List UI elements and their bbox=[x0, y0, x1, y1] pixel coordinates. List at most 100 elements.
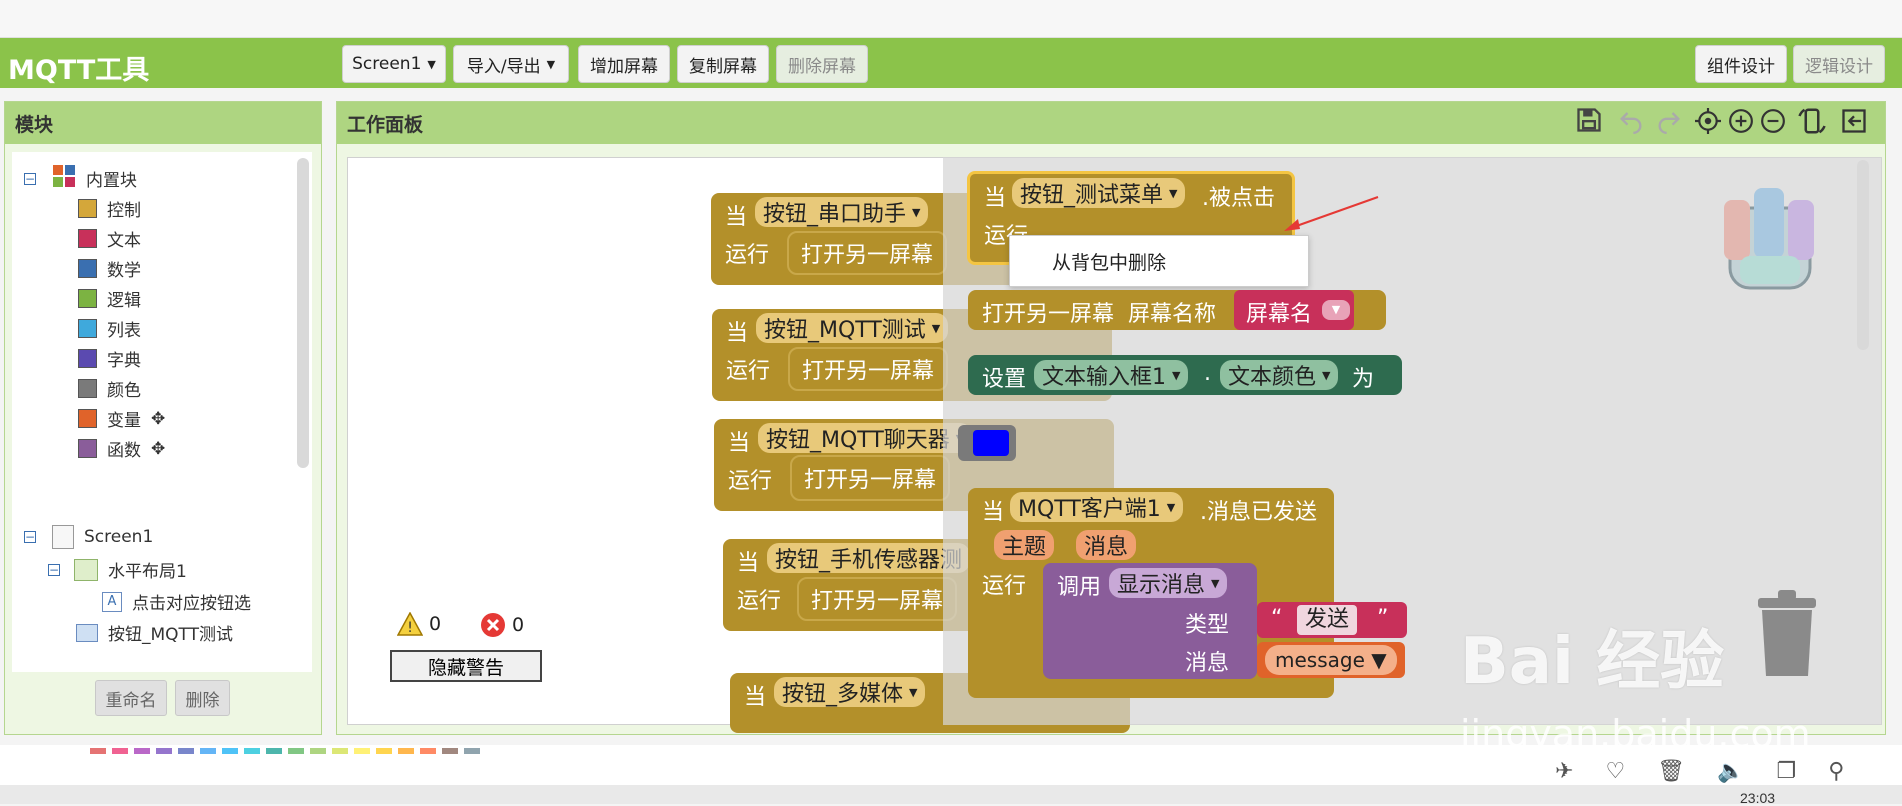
set-component-dropdown[interactable]: 文本输入框1 ▼ bbox=[1034, 360, 1189, 390]
tree-node-label: 列表 bbox=[107, 321, 141, 341]
tree-node-builtin-item[interactable]: 颜色 bbox=[78, 376, 141, 401]
warnings-indicator[interactable]: ! 0 bbox=[397, 612, 441, 636]
param-message[interactable]: 消息 bbox=[1076, 530, 1137, 560]
open-screen-block[interactable]: 打开另一屏幕 bbox=[788, 347, 949, 391]
tree-node-builtin-item[interactable]: 变量 ✥ bbox=[78, 406, 165, 431]
rocket-icon[interactable]: ✈ bbox=[1555, 758, 1573, 784]
screen-name-block[interactable]: 屏幕名 ▼ bbox=[1234, 290, 1354, 330]
dropdown-caret-icon: ▼ bbox=[909, 685, 918, 699]
dropdown-caret-icon: ▼ bbox=[1211, 576, 1220, 590]
screen-icon bbox=[52, 525, 74, 549]
tree-node-builtin-item[interactable]: 函数 ✥ bbox=[78, 436, 165, 461]
delete-screen-button[interactable]: 删除屏幕 bbox=[776, 45, 868, 83]
color-block[interactable] bbox=[958, 425, 1016, 461]
method-dropdown[interactable]: 显示消息 ▼ bbox=[1109, 568, 1228, 598]
text-block[interactable]: “ 发送 ” bbox=[1257, 602, 1407, 638]
collapse-icon[interactable]: − bbox=[24, 172, 36, 185]
call-label: 调用 bbox=[1057, 575, 1102, 600]
backpack-open-screen-block[interactable]: 打开另一屏幕 屏幕名称 屏幕名 ▼ bbox=[968, 290, 1386, 330]
hide-warnings-button[interactable]: 隐藏警告 bbox=[390, 650, 542, 682]
gear-icon[interactable]: ✥ bbox=[151, 439, 165, 459]
tree-node-layout[interactable]: − 水平布局1 bbox=[48, 557, 187, 582]
component-dropdown[interactable]: 按钮_MQTT聊天器▼ bbox=[758, 423, 973, 453]
tree-node-builtin-item[interactable]: 控制 bbox=[78, 196, 141, 221]
open-screen-block[interactable]: 打开另一屏幕 bbox=[787, 231, 948, 275]
open-screen-block[interactable]: 打开另一屏幕 bbox=[797, 577, 958, 621]
context-menu-remove-from-backpack[interactable]: 从背包中删除 bbox=[1009, 235, 1309, 287]
tree-node-builtin-item[interactable]: 文本 bbox=[78, 226, 141, 251]
heart-icon[interactable]: ♡ bbox=[1605, 758, 1625, 784]
get-variable-block[interactable]: message ▼ bbox=[1257, 642, 1405, 678]
component-dropdown[interactable]: 按钮_串口助手 ▼ bbox=[755, 197, 929, 227]
warnings-count: 0 bbox=[429, 613, 442, 635]
add-screen-button[interactable]: 增加屏幕 bbox=[578, 45, 670, 83]
trash-can-icon[interactable]: 🗑 bbox=[1657, 758, 1685, 784]
designer-button[interactable]: 组件设计 bbox=[1695, 45, 1787, 83]
category-color-icon bbox=[78, 379, 97, 398]
search-icon[interactable]: ⚲ bbox=[1828, 758, 1844, 784]
component-name: 按钮_手机传感器测 bbox=[775, 548, 963, 573]
screen-select-label: Screen1 bbox=[352, 54, 422, 74]
component-name: 按钮_MQTT测试 bbox=[764, 318, 926, 343]
tree-node-builtin-item[interactable]: 字典 bbox=[78, 346, 141, 371]
annotation-arrow bbox=[1284, 196, 1379, 231]
tree-label-screen1: Screen1 bbox=[84, 527, 154, 547]
window-icon[interactable]: ❐ bbox=[1777, 758, 1797, 784]
category-color-icon bbox=[78, 349, 97, 368]
variable-dropdown[interactable]: message ▼ bbox=[1265, 645, 1397, 675]
mqtt-event-label: .消息已发送 bbox=[1200, 500, 1317, 525]
param-topic[interactable]: 主题 bbox=[994, 530, 1055, 560]
save-icon[interactable] bbox=[1575, 106, 1603, 140]
category-color-icon bbox=[78, 259, 97, 278]
volume-icon[interactable]: 🔈 bbox=[1717, 758, 1744, 784]
delete-button[interactable]: 删除 bbox=[175, 680, 230, 716]
component-dropdown[interactable]: 按钮_多媒体 ▼ bbox=[774, 677, 926, 707]
collapse-icon[interactable]: − bbox=[48, 563, 60, 576]
copy-screen-button[interactable]: 复制屏幕 bbox=[677, 45, 769, 83]
screen-select[interactable]: Screen1 ▼ bbox=[342, 45, 446, 83]
undo-icon[interactable] bbox=[1617, 106, 1645, 140]
open-screen-block[interactable]: 打开另一屏幕 bbox=[790, 455, 951, 501]
tree-node-builtin-item[interactable]: 列表 bbox=[78, 316, 141, 341]
tree-node-label-component[interactable]: A 点击对应按钮选 bbox=[102, 589, 251, 614]
text-value[interactable]: 发送 bbox=[1297, 605, 1358, 635]
component-dropdown[interactable]: 按钮_测试菜单 ▼ bbox=[1012, 178, 1186, 208]
zoom-in-icon[interactable] bbox=[1728, 108, 1754, 140]
redo-icon[interactable] bbox=[1655, 106, 1683, 140]
tree-node-screen1[interactable]: − Screen1 bbox=[24, 525, 153, 549]
component-dropdown[interactable]: 按钮_手机传感器测 bbox=[767, 543, 971, 573]
export-icon[interactable] bbox=[1840, 107, 1868, 141]
rename-button[interactable]: 重命名 bbox=[95, 680, 167, 716]
dropdown-caret-icon: ▼ bbox=[546, 57, 556, 71]
backpack-icon[interactable] bbox=[1710, 178, 1830, 303]
errors-indicator[interactable]: 0 bbox=[480, 612, 524, 638]
blocks-tree-scrollbar[interactable] bbox=[297, 158, 309, 468]
dropdown-caret-icon: ▼ bbox=[912, 205, 921, 219]
tree-node-builtin-item[interactable]: 逻辑 bbox=[78, 286, 141, 311]
blocks-tree: − 内置块 控制文本数学逻辑列表字典颜色变量 ✥ 函数 ✥ − Screen1 − 水… bbox=[12, 152, 312, 672]
category-color-icon bbox=[78, 199, 97, 218]
component-dropdown[interactable]: 按钮_MQTT测试 ▼ bbox=[756, 313, 949, 343]
backpack-set-property-block[interactable]: 设置 文本输入框1 ▼ . 文本颜色 ▼ 为 bbox=[968, 355, 1402, 395]
dropdown-caret-icon[interactable]: ▼ bbox=[1322, 300, 1350, 320]
zoom-out-icon[interactable] bbox=[1760, 108, 1786, 140]
trash-icon[interactable] bbox=[1752, 590, 1822, 685]
blue-color-swatch bbox=[973, 430, 1009, 456]
rotate-device-icon[interactable] bbox=[1797, 106, 1827, 142]
set-property-dropdown[interactable]: 文本颜色 ▼ bbox=[1220, 360, 1339, 390]
call-show-message-block[interactable]: 调用 显示消息 ▼ 类型 消息 bbox=[1043, 563, 1257, 679]
screen-name-label: 屏幕名称 bbox=[1128, 302, 1217, 327]
component-dropdown[interactable]: MQTT客户端1 ▼ bbox=[1010, 492, 1184, 522]
center-icon[interactable] bbox=[1695, 108, 1721, 140]
tree-node-button[interactable]: 按钮_MQTT测试 bbox=[76, 620, 233, 645]
workspace-scrollbar-vertical[interactable] bbox=[1857, 160, 1869, 350]
blocks-editor-button[interactable]: 逻辑设计 bbox=[1793, 45, 1885, 83]
collapse-icon[interactable]: − bbox=[24, 531, 36, 543]
tree-node-builtin-item[interactable]: 数学 bbox=[78, 256, 141, 281]
tree-node-builtin[interactable]: − 内置块 bbox=[24, 164, 137, 193]
method-name: 显示消息 bbox=[1117, 573, 1206, 598]
gear-icon[interactable]: ✥ bbox=[151, 409, 165, 429]
import-export-button[interactable]: 导入/导出 ▼ bbox=[453, 45, 569, 83]
arg-message-label: 消息 bbox=[1185, 651, 1230, 676]
property-name: 文本颜色 bbox=[1228, 365, 1317, 390]
